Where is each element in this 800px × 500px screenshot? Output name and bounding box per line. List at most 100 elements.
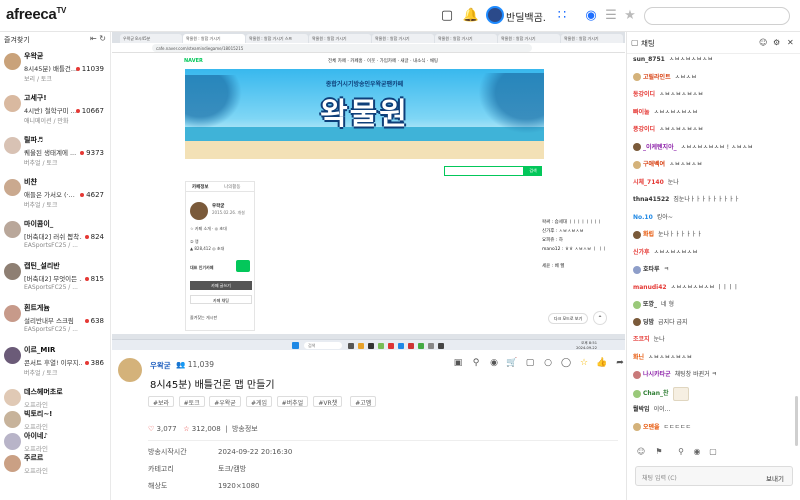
chat-user-avatar[interactable] xyxy=(633,265,641,274)
chat-username[interactable]: 화립 xyxy=(643,229,654,238)
taskbar-app-icon xyxy=(438,343,444,349)
sidebar-item[interactable]: 비챤 애들은 가서오 (·... 버추얼 / 토크 4627 xyxy=(0,172,110,214)
sidebar-item-name: 흰트게늄 xyxy=(24,304,50,312)
chat-username[interactable]: 구애벡여 xyxy=(643,159,665,168)
like-icon[interactable]: 👍 xyxy=(596,357,608,369)
stream-tag[interactable]: #VR챗 xyxy=(313,396,343,407)
chat-username[interactable]: 고릴라인트 xyxy=(643,72,671,81)
chat-username[interactable]: thna41522 xyxy=(633,196,669,203)
sticker-icon[interactable]: ○ xyxy=(542,357,554,369)
chat-username[interactable]: manudi42 xyxy=(633,284,667,291)
chat-user-avatar[interactable] xyxy=(633,143,641,151)
browser-tab: 우왁굳 8시45분 xyxy=(120,34,182,43)
gear-icon[interactable]: ⚙ xyxy=(773,38,780,47)
lock-icon[interactable]: ⚑ xyxy=(653,446,665,458)
balloon-icon[interactable]: ◯ xyxy=(560,357,572,369)
streamer-avatar[interactable] xyxy=(118,358,142,382)
chat-user-avatar[interactable] xyxy=(633,230,641,239)
gift-icon[interactable]: ◉ xyxy=(488,357,500,369)
sticker-icon[interactable]: ▢ xyxy=(707,446,719,458)
share-icon[interactable]: ➦ xyxy=(614,357,626,369)
chat-username[interactable]: 또깡_ xyxy=(643,299,657,308)
chat-bubble-icon[interactable]: ◉ xyxy=(582,7,600,25)
close-icon[interactable]: ✕ xyxy=(787,38,794,47)
vod-icon[interactable]: ▣ xyxy=(452,357,464,369)
sidebar-item-name: 비챤 xyxy=(24,178,37,186)
favorite-star-icon[interactable]: ☆ xyxy=(578,357,590,369)
stream-tag[interactable]: #게임 xyxy=(246,396,273,407)
sidebar-item[interactable]: 아이네♪ 오프라인 xyxy=(0,426,110,453)
location-icon[interactable]: ⚲ xyxy=(675,446,687,458)
chat-username[interactable]: 신가후 xyxy=(633,247,650,256)
user-avatar[interactable] xyxy=(486,6,504,24)
chat-username[interactable]: 딩밤 xyxy=(643,317,654,326)
chat-input[interactable]: 채팅 입력 (C) 보내기 xyxy=(635,466,793,486)
chat-username[interactable]: 호타루 xyxy=(643,264,660,273)
apps-icon[interactable]: ∷ xyxy=(553,7,571,25)
sidebar-item[interactable]: 주르르 오프라인 xyxy=(0,448,110,475)
sidebar-item[interactable]: 고세구! 4시반) 철학구미 ... 애니메이션 / 만화 10667 xyxy=(0,88,110,130)
chat-send-button[interactable]: 보내기 xyxy=(766,473,784,483)
sidebar-item[interactable]: 이르_MIR 콘서트 후열! 이무지... 버추얼 / 토크 386 xyxy=(0,340,110,382)
chat-user-avatar[interactable] xyxy=(633,423,641,431)
sidebar-item-name: 빅토리~! xyxy=(24,410,53,418)
streamer-avatar xyxy=(4,263,21,280)
sidebar-item[interactable]: 캡틴_설리반 [버축대2] 무엇이든 ... EASportsFC25 / ... 8… xyxy=(0,256,110,298)
mission-icon[interactable]: ◉ xyxy=(691,446,703,458)
heart-icon[interactable]: ♡ xyxy=(148,425,154,433)
sidebar-item[interactable]: 데스헤머초로 오프라인 xyxy=(0,382,110,409)
star-icon[interactable]: ★ xyxy=(621,7,639,25)
search-input[interactable] xyxy=(644,7,790,25)
chat-username[interactable]: 오덴을 xyxy=(643,422,660,431)
chat-username[interactable]: _이케텐지아_ xyxy=(643,142,677,151)
chat-scrollbar[interactable] xyxy=(795,396,798,446)
sidebar-item[interactable]: 빅토리~! 오프라인 xyxy=(0,404,110,431)
menu-icon[interactable]: ☰ xyxy=(602,7,620,25)
stream-info-toggle[interactable]: 방송정보 xyxy=(232,425,258,433)
chat-username[interactable]: sun_8751 xyxy=(633,56,665,63)
stream-tag[interactable]: #버추얼 xyxy=(276,396,309,407)
chat-username[interactable]: 조코지 xyxy=(633,334,650,343)
chat-username[interactable]: 동강이디 xyxy=(633,89,655,98)
chat-username[interactable]: 나시카타군 xyxy=(643,369,671,378)
chat-user-avatar[interactable] xyxy=(633,389,641,398)
chat-username[interactable]: Chan_찬 xyxy=(643,388,669,397)
stream-tag[interactable]: #우왁굳 xyxy=(209,396,241,407)
streamer-name[interactable]: 우왁굳 xyxy=(150,360,171,371)
chat-username[interactable]: 뭘박임 xyxy=(633,404,650,413)
star-outline-icon[interactable]: ☆ xyxy=(183,425,189,433)
chat-user-avatar[interactable] xyxy=(633,370,641,379)
afreecatv-logo[interactable]: afreecaTV xyxy=(6,6,66,23)
sidebar-item[interactable]: 우왁굳 8시45분) 배틀건... 보리 / 토크 11039 xyxy=(0,46,110,88)
sidebar-item-name: 고세구! xyxy=(24,94,47,102)
chat-user-avatar[interactable] xyxy=(633,300,641,309)
stream-tag[interactable]: #보라 xyxy=(148,396,175,407)
bell-icon[interactable]: 🔔 xyxy=(462,7,480,25)
stream-tag[interactable]: #고멤 xyxy=(350,396,377,407)
chat-username[interactable]: No.10 xyxy=(633,214,653,221)
chat-username[interactable]: 화닌 xyxy=(633,352,644,361)
emoji-icon[interactable]: ☺ xyxy=(635,446,647,458)
cart-icon[interactable]: 🛒 xyxy=(506,357,518,369)
chat-users-icon[interactable]: ☺ xyxy=(759,38,767,47)
broadcast-icon[interactable]: ▢ xyxy=(438,7,456,25)
chat-username[interactable]: 풍강이디 xyxy=(633,124,655,133)
chat-window-icon[interactable]: ▢ xyxy=(631,38,639,47)
sidebar-item[interactable]: 릴파♬ 퀘울된 생태계에 ... 버추얼 / 토크 9373 xyxy=(0,130,110,172)
stream-player[interactable]: 우왁굳 8시45분 왁물원 : 왕합 거시기 왁물원 : 왕합 거시기 스프 왁물원 … xyxy=(112,32,625,350)
sidebar-item[interactable]: 마이콤이_ [버축대2] 러쉬 뽑착... EASportsFC25 / ... 82… xyxy=(0,214,110,256)
sidebar-item-category: 애니메이션 / 만화 xyxy=(24,118,69,125)
location-icon[interactable]: ⚲ xyxy=(470,357,482,369)
coupon-icon[interactable]: ▢ xyxy=(524,357,536,369)
sidebar-collapse-icon[interactable]: ⇤ ↻ xyxy=(90,34,106,43)
chat-text: 눈나 xyxy=(653,336,665,343)
stream-tag[interactable]: #토크 xyxy=(178,396,205,407)
user-name[interactable]: 반딜백곰. xyxy=(506,9,546,24)
chat-user-avatar[interactable] xyxy=(633,318,641,326)
taskbar-app-icon xyxy=(388,343,394,349)
sidebar-item[interactable]: 흰트게늄 설리반내부 스크림 EASportsFC25 / ... 638 xyxy=(0,298,110,340)
chat-user-avatar[interactable] xyxy=(633,73,641,81)
chat-username[interactable]: 시체_7140 xyxy=(633,177,664,186)
chat-user-avatar[interactable] xyxy=(633,160,641,169)
chat-username[interactable]: 빠이눌 xyxy=(633,107,650,116)
